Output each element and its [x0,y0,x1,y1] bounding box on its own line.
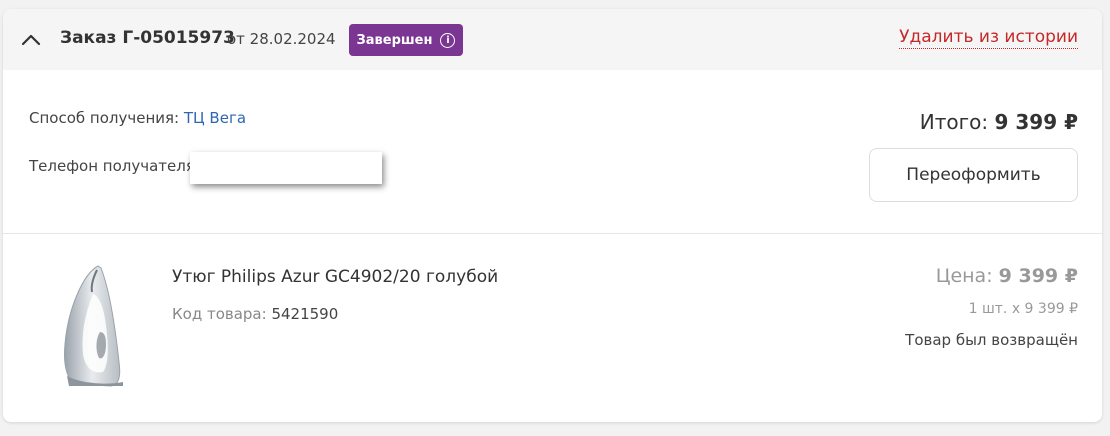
delivery-method: Способ получения: ТЦ Вега [29,109,246,127]
product-code-label: Код товара: [172,305,267,323]
order-card: Заказ Г-05015973 от 28.02.2024 Завершен … [3,9,1102,422]
divider [3,233,1102,234]
delivery-label: Способ получения: [29,109,180,127]
item-quantity: 1 шт. x 9 399 ₽ [968,301,1078,317]
order-title: Заказ Г-05015973 [60,28,235,48]
product-code-value: 5421590 [271,305,339,323]
order-total: Итого: 9 399 ₽ [920,110,1078,134]
price-label: Цена: [935,265,993,287]
price-value: 9 399 ₽ [998,265,1078,287]
order-date: от 28.02.2024 [227,30,336,48]
status-badge[interactable]: Завершен i [349,24,463,56]
status-badge-label: Завершен [356,32,433,48]
order-header: Заказ Г-05015973 от 28.02.2024 Завершен … [3,9,1102,70]
product-name-link[interactable]: Утюг Philips Azur GC4902/20 голубой [172,267,498,287]
reorder-button[interactable]: Переоформить [869,148,1078,202]
item-return-status: Товар был возвращён [905,331,1078,349]
delete-from-history-link[interactable]: Удалить из истории [899,27,1078,49]
info-icon: i [440,32,456,48]
product-code: Код товара: 5421590 [172,305,338,323]
item-price: Цена: 9 399 ₽ [936,265,1078,287]
recipient-phone-row: Телефон получателя: [29,157,200,175]
delivery-point-link[interactable]: ТЦ Вега [184,109,246,127]
chevron-up-icon[interactable] [19,28,43,50]
total-label: Итого: [919,110,989,134]
recipient-phone-field [190,152,382,184]
iron-image[interactable] [53,264,129,388]
total-value: 9 399 ₽ [994,110,1078,134]
phone-label: Телефон получателя: [29,157,200,175]
